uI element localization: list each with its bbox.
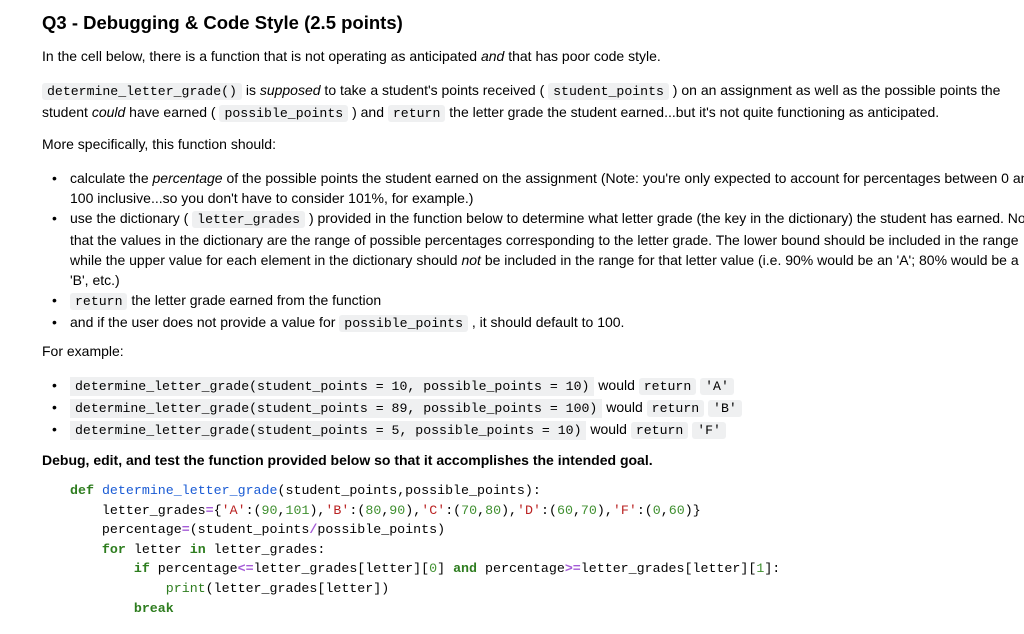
instruction-text: Debug, edit, and test the function provi…	[42, 452, 653, 468]
code-line: if percentage<=letter_grades[letter][0] …	[133, 561, 781, 577]
example-item: • determine_letter_grade(student_points =…	[52, 375, 1024, 397]
intro-paragraph: In the cell below, there is a function t…	[42, 48, 661, 64]
code-line: print(letter_grades[letter])	[165, 580, 390, 596]
inline-code-return: return	[638, 378, 697, 395]
code-line: def determine_letter_grade(student_point…	[70, 483, 541, 498]
inline-code-return: return	[70, 293, 128, 310]
example-result: 'F'	[692, 422, 726, 439]
inline-code-possible-points: possible_points	[219, 105, 349, 122]
bullet-icon: •	[52, 292, 57, 308]
example-item: • determine_letter_grade(student_points =…	[52, 419, 1024, 441]
requirement-item: • and if the user does not provide a valu…	[52, 314, 625, 332]
inline-code-return: return	[646, 400, 705, 417]
code-line: letter_grades={'A':(90,101),'B':(80,90),…	[101, 502, 701, 518]
bullet-icon: •	[52, 210, 57, 226]
inline-code-possible-points: possible_points	[339, 315, 468, 332]
example-call: determine_letter_grade(student_points = …	[70, 421, 587, 440]
requirement-item: • return the letter grade earned from the…	[52, 292, 382, 310]
example-result: 'B'	[708, 400, 742, 417]
code-line: break	[133, 600, 174, 616]
code-line: percentage=(student_points/possible_poin…	[101, 522, 446, 538]
example-call: determine_letter_grade(student_points = …	[70, 399, 603, 418]
requirements-list: • calculate the percentage of the possibl…	[42, 168, 1024, 334]
code-line: for letter in letter_grades:	[101, 541, 326, 557]
example-result: 'A'	[700, 378, 734, 395]
examples-list: • determine_letter_grade(student_points =…	[42, 375, 1024, 441]
inline-code-student-points: student_points	[548, 83, 669, 100]
question-title: Q3 - Debugging & Code Style (2.5 points)	[42, 12, 403, 33]
bullet-icon: •	[52, 170, 57, 186]
for-example-text: For example:	[42, 343, 124, 359]
inline-code-letter-grades: letter_grades	[192, 211, 306, 228]
more-specifically-text: More specifically, this function should:	[42, 136, 276, 152]
inline-code-return: return	[630, 422, 689, 439]
description-paragraph: determine_letter_grade() is supposed to …	[42, 82, 1001, 122]
example-call: determine_letter_grade(student_points = …	[70, 377, 595, 396]
inline-code-function: determine_letter_grade()	[42, 83, 242, 100]
example-item: • determine_letter_grade(student_points =…	[52, 397, 1024, 419]
bullet-icon: •	[52, 314, 57, 330]
bullet-icon: •	[52, 399, 57, 415]
inline-code-return: return	[387, 105, 446, 122]
code-cell[interactable]: def determine_letter_grade(student_point…	[70, 481, 780, 618]
bullet-icon: •	[52, 377, 57, 393]
requirement-item: • use the dictionary ( letter_grades ) pr…	[52, 210, 1024, 288]
bullet-icon: •	[52, 421, 57, 437]
requirement-item: • calculate the percentage of the possibl…	[52, 170, 1024, 206]
